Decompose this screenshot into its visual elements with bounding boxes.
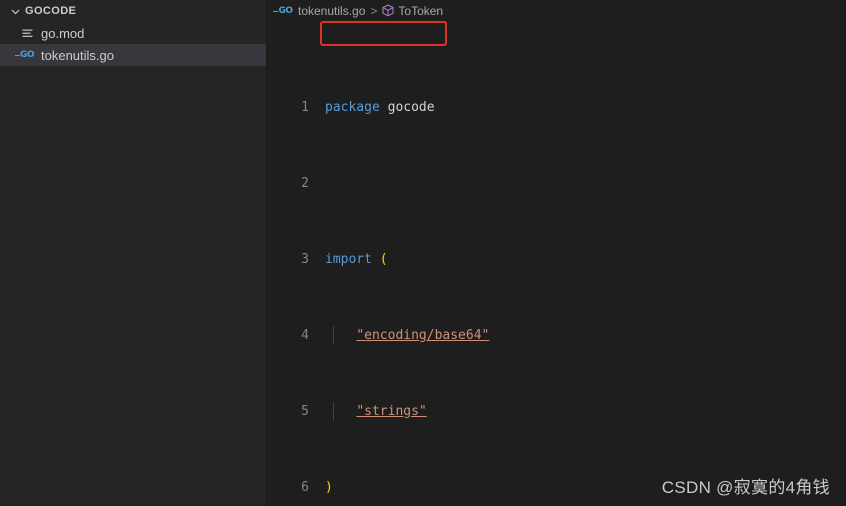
go-file-icon: GO	[14, 50, 35, 60]
line-text	[325, 174, 846, 193]
breadcrumb-file[interactable]: GO tokenutils.go	[273, 4, 366, 18]
line-text: import (	[325, 252, 388, 267]
breadcrumb: GO tokenutils.go > ToToken	[267, 0, 846, 22]
line-number: 6	[301, 480, 309, 495]
line-text: package gocode	[325, 100, 435, 115]
line-number: 3	[301, 252, 309, 267]
file-tree: go.mod GO tokenutils.go	[0, 22, 266, 66]
line-number: 2	[301, 176, 309, 191]
code-line: 3 import (	[267, 250, 846, 269]
annotation-box	[320, 21, 447, 46]
file-tree-item-tokenutils-go[interactable]: GO tokenutils.go	[0, 44, 266, 66]
file-tree-item-label: tokenutils.go	[41, 47, 114, 63]
go-file-icon: GO	[273, 6, 293, 16]
line-text: "encoding/base64"	[325, 326, 846, 345]
breadcrumb-file-label: tokenutils.go	[298, 4, 366, 18]
line-number: 4	[301, 328, 309, 343]
cube-symbol-icon	[382, 3, 394, 19]
line-text: "strings"	[325, 402, 846, 421]
breadcrumb-symbol-label: ToToken	[398, 4, 444, 18]
chevron-down-icon[interactable]	[8, 4, 22, 18]
line-number: 1	[301, 100, 309, 115]
file-tree-item-go-mod[interactable]: go.mod	[0, 22, 266, 44]
vscode-window: GOCODE go.mod GO tokenutils.go GO tokenu…	[0, 0, 846, 506]
explorer-section-header[interactable]: GOCODE	[0, 0, 266, 22]
code-line: 4 "encoding/base64"	[267, 326, 846, 345]
explorer-section-title: GOCODE	[25, 5, 77, 17]
explorer-sidebar: GOCODE go.mod GO tokenutils.go	[0, 0, 267, 506]
config-file-icon	[18, 27, 36, 40]
breadcrumb-symbol[interactable]: ToToken	[382, 3, 444, 19]
code-editor-pane: GO tokenutils.go > ToToken 1 package goc	[267, 0, 846, 506]
line-number: 5	[301, 404, 309, 419]
breadcrumb-separator: >	[370, 4, 378, 18]
file-tree-item-label: go.mod	[41, 25, 85, 41]
code-line: 5 "strings"	[267, 402, 846, 421]
code-line: 2	[267, 174, 846, 193]
code-content[interactable]: 1 package gocode 2 3 import ( 4 "encodin…	[267, 21, 846, 506]
code-line: 1 package gocode	[267, 98, 846, 117]
watermark: CSDN @寂寞的4角钱	[661, 478, 830, 497]
